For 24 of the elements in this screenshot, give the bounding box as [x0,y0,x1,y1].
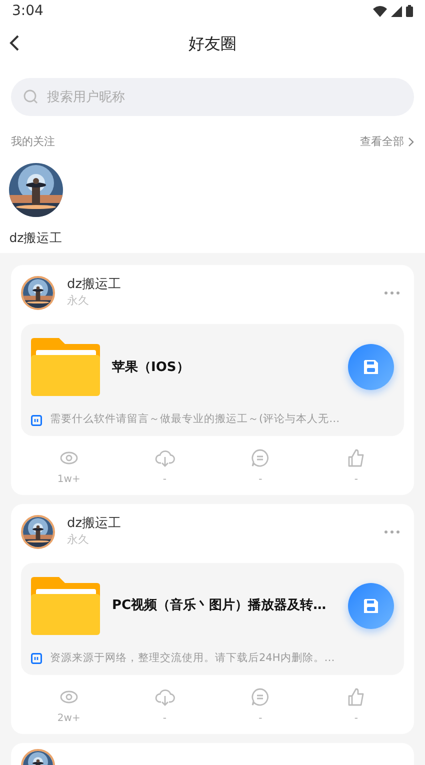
page-title: 好友圈 [188,33,236,55]
search-field[interactable]: 搜索用户昵称 [11,78,414,116]
stat-count: - [258,712,262,726]
user-name[interactable]: dz搬运工 [67,277,372,293]
description-text: 资源来源于网络，整理交流使用。请下载后24H内删除。… [50,651,335,666]
description-text: 需要什么软件请留言～做最专业的搬运工～(评论与本人无… [50,412,340,428]
stat-count: 2w+ [57,712,80,726]
user-name[interactable]: dz搬运工 [9,228,63,248]
stat-count: 1w+ [57,473,80,487]
duration-label: 永久 [67,532,90,548]
status-time: 3:04 [12,2,44,20]
file-panel[interactable]: PC视频（音乐丶图片）播放器及转… 资源来源于网络，整理交流使用。请下载后24H内删除。… [21,563,404,675]
file-title: 苹果（IOS） [112,358,190,376]
stat-count: - [162,712,166,726]
stat-count: - [354,712,358,726]
file-title: PC视频（音乐丶图片）播放器及转… [112,596,328,616]
section-title: 我的关注 [11,134,55,150]
stat-count: - [162,473,166,487]
view-all-link[interactable]: 查看全部 [360,134,414,150]
file-panel[interactable]: 苹果（IOS） 需要什么软件请留言～做最专业的搬运工～(评论与本人无… [21,324,404,436]
stat-count: - [354,473,358,487]
duration-label: 永久 [67,292,90,309]
stat-count: - [258,473,262,487]
user-name[interactable]: dz搬运工 [67,516,372,532]
